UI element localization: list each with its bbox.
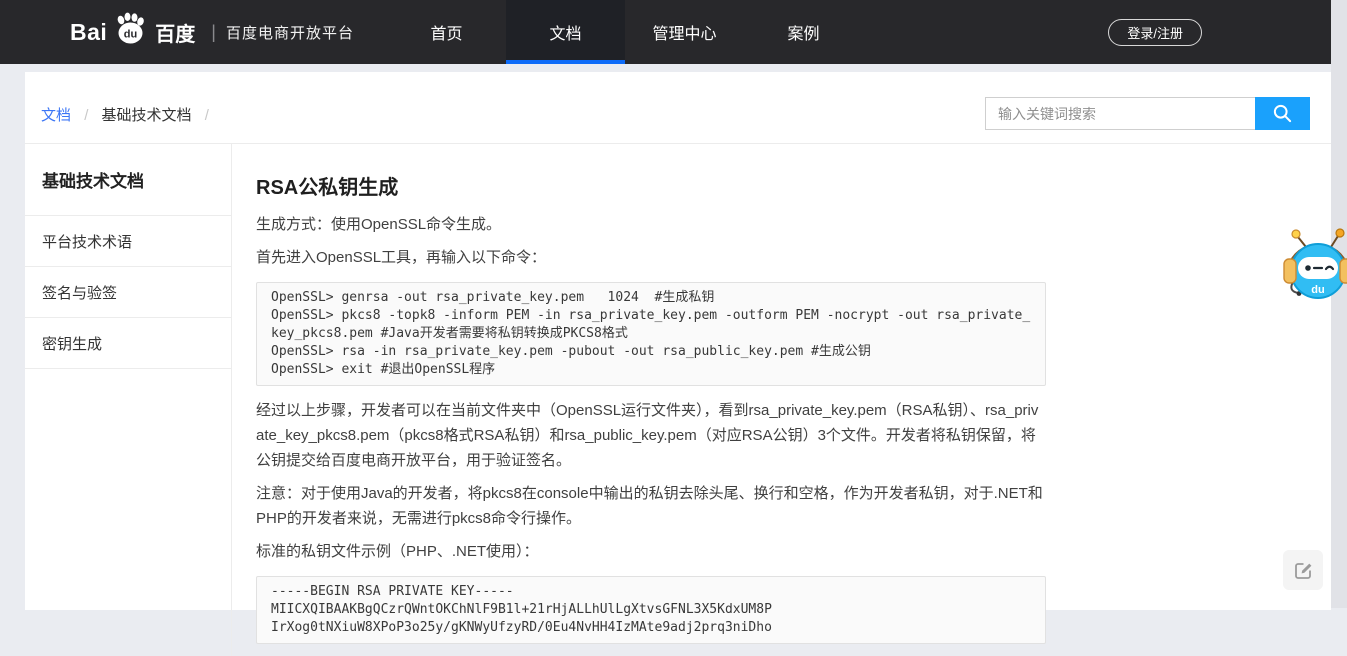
- logo-text-du: du: [124, 29, 137, 41]
- paragraph-generation-method: 生成方式：使用OpenSSL命令生成。: [256, 212, 1046, 237]
- mascot-label: du: [1311, 284, 1324, 296]
- logo-divider: |: [211, 22, 216, 43]
- login-register-button[interactable]: 登录/注册: [1108, 19, 1202, 46]
- sidebar-item-key-generation[interactable]: 密钥生成: [25, 318, 231, 369]
- product-name: 百度电商开放平台: [226, 22, 354, 43]
- robot-mascot-icon: du: [1283, 220, 1347, 306]
- search-input[interactable]: [985, 97, 1255, 130]
- breadcrumb-separator: /: [205, 107, 209, 124]
- nav-item-cases[interactable]: 案例: [744, 0, 863, 64]
- search-button[interactable]: [1255, 97, 1310, 130]
- paragraph-steps-result: 经过以上步骤，开发者可以在当前文件夹中（OpenSSL运行文件夹），看到rsa_…: [256, 398, 1046, 473]
- article: RSA公私钥生成 生成方式：使用OpenSSL命令生成。 首先进入OpenSSL…: [256, 174, 1046, 644]
- main-content: RSA公私钥生成 生成方式：使用OpenSSL命令生成。 首先进入OpenSSL…: [232, 144, 1331, 656]
- nav-item-console[interactable]: 管理中心: [625, 0, 744, 64]
- feedback-edit-button[interactable]: [1283, 550, 1323, 590]
- breadcrumb: 文档 / 基础技术文档 /: [41, 104, 218, 125]
- baidu-logo[interactable]: Bai du 百度 | 百度电商开放平台: [70, 0, 354, 64]
- logo-text-bai: Bai: [70, 19, 107, 46]
- sidebar-item-sign-verify[interactable]: 签名与验签: [25, 267, 231, 318]
- baidu-paw-icon: du: [111, 12, 149, 46]
- logo-text-cn: 百度: [155, 18, 195, 47]
- content-card: 文档 / 基础技术文档 / 基础技术文档 平台技术术语 签名与验签 密钥生成 R: [25, 72, 1331, 610]
- customer-service-robot[interactable]: du: [1283, 220, 1347, 311]
- code-block-openssl-commands: OpenSSL> genrsa -out rsa_private_key.pem…: [256, 282, 1046, 386]
- nav-item-home[interactable]: 首页: [387, 0, 506, 64]
- paragraph-example-intro: 标准的私钥文件示例（PHP、.NET使用）：: [256, 539, 1046, 564]
- sidebar-item-platform-terms[interactable]: 平台技术术语: [25, 216, 231, 267]
- breadcrumb-link-docs[interactable]: 文档: [41, 107, 71, 124]
- search-icon: [1271, 102, 1294, 125]
- nav-item-docs[interactable]: 文档: [506, 0, 625, 64]
- top-navbar: Bai du 百度 | 百度电商开放平台 首页 文档 管理中心 案例 登录/注册: [0, 0, 1347, 64]
- breadcrumb-row: 文档 / 基础技术文档 /: [25, 72, 1331, 144]
- breadcrumb-current: 基础技术文档: [102, 107, 192, 124]
- paragraph-java-note: 注意：对于使用Java的开发者，将pkcs8在console中输出的私钥去除头尾…: [256, 481, 1046, 531]
- paragraph-openssl-intro: 首先进入OpenSSL工具，再输入以下命令：: [256, 245, 1046, 270]
- page-title: RSA公私钥生成: [256, 174, 1046, 202]
- main-nav: 首页 文档 管理中心 案例: [387, 0, 863, 64]
- search-bar: [985, 97, 1310, 130]
- code-block-private-key-example: -----BEGIN RSA PRIVATE KEY----- MIICXQIB…: [256, 576, 1046, 644]
- edit-icon: [1292, 559, 1314, 581]
- sidebar-title: 基础技术文档: [25, 144, 231, 216]
- docs-sidebar: 基础技术文档 平台技术术语 签名与验签 密钥生成: [25, 144, 232, 656]
- columns: 基础技术文档 平台技术术语 签名与验签 密钥生成 RSA公私钥生成 生成方式：使…: [25, 144, 1331, 656]
- breadcrumb-separator: /: [84, 107, 88, 124]
